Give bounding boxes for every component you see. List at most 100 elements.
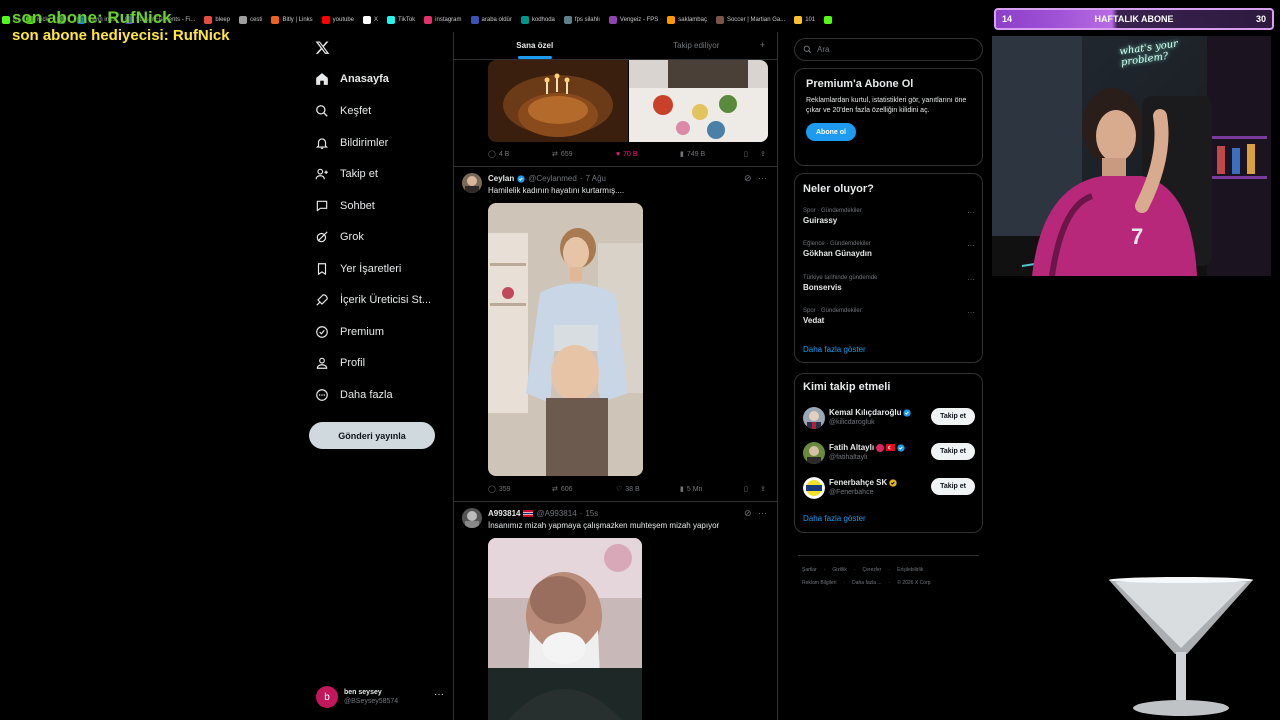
- like-count: 70 B: [623, 150, 638, 158]
- avatar[interactable]: [462, 508, 482, 528]
- tweet-author[interactable]: A993814: [488, 509, 520, 518]
- more-icon[interactable]: ···: [967, 308, 975, 317]
- more-icon[interactable]: ···: [967, 208, 975, 217]
- share-button[interactable]: ⇪: [760, 485, 766, 493]
- bookmark-item[interactable]: araba oldür: [470, 16, 512, 24]
- nav-bookmarks[interactable]: Yer İşaretleri: [315, 262, 401, 276]
- bookmark-item[interactable]: X: [363, 16, 378, 24]
- grok-icon[interactable]: ⊘: [744, 173, 752, 184]
- bookmark-label: instagram: [435, 17, 462, 23]
- bookmark-item[interactable]: Bitly | Links: [271, 16, 313, 24]
- views-button[interactable]: ▮ 749 B: [680, 150, 744, 159]
- bookmark-item[interactable]: youtube: [321, 16, 354, 24]
- more-icon[interactable]: ···: [758, 508, 767, 518]
- who-to-follow-show-more[interactable]: Daha fazla göster: [803, 514, 866, 523]
- more-icon[interactable]: ···: [967, 241, 975, 250]
- red-circle-icon: [876, 443, 885, 452]
- reply-button[interactable]: ◯ 4 B: [488, 150, 552, 159]
- trend-category: Eğlence · Gündemdekiler: [803, 241, 871, 247]
- tweet-media[interactable]: [488, 60, 768, 142]
- nav-premium[interactable]: Premium: [315, 325, 384, 339]
- suggested-account[interactable]: Fenerbahçe SK @Fenerbahce Takip et: [803, 476, 975, 500]
- post-button[interactable]: Gönderi yayınla: [309, 422, 435, 449]
- search-input[interactable]: Ara: [794, 38, 983, 61]
- avatar[interactable]: [462, 173, 482, 193]
- nav-grok[interactable]: Grok: [315, 230, 364, 244]
- nav-follow[interactable]: Takip et: [315, 167, 378, 181]
- share-button[interactable]: ⇪: [760, 150, 766, 158]
- tweet-handle[interactable]: @A993814: [536, 509, 576, 518]
- retweet-button[interactable]: ⇄ 606: [552, 485, 616, 494]
- tweet-author[interactable]: Ceylan: [488, 174, 514, 183]
- trend-item[interactable]: Spor · Gündemdekiler Vedat ···: [803, 308, 975, 325]
- tab-for-you[interactable]: Sana özel: [454, 32, 616, 59]
- nav-notifications[interactable]: Bildirimler: [315, 136, 388, 150]
- bookmark-item[interactable]: Soccer | Martian Ga...: [715, 16, 785, 24]
- trend-item[interactable]: Türkiye tarihinde gündemde Bonservis ···: [803, 275, 975, 292]
- footer-link[interactable]: Reklam Bilgileri: [802, 580, 836, 586]
- follow-button[interactable]: Takip et: [931, 443, 975, 460]
- follow-button[interactable]: Takip et: [931, 408, 975, 425]
- bookmark-item[interactable]: [824, 16, 835, 24]
- footer-link[interactable]: Erişilebilirlik: [897, 567, 923, 573]
- tweet-time[interactable]: 15s: [585, 509, 598, 518]
- bookmark-item[interactable]: bleep: [204, 16, 230, 24]
- nav-more[interactable]: Daha fazla: [315, 388, 393, 402]
- like-button[interactable]: ♡ 38 B: [616, 485, 680, 494]
- divider: [454, 501, 777, 502]
- search-icon: [315, 104, 329, 118]
- more-icon[interactable]: ···: [967, 275, 975, 284]
- suggested-account[interactable]: Fatih Altaylı @fatihaltayli Takip et: [803, 441, 975, 465]
- more-icon[interactable]: ···: [758, 173, 767, 183]
- follow-button[interactable]: Takip et: [931, 478, 975, 495]
- bookmark-item[interactable]: cesti: [239, 16, 262, 24]
- nav-explore[interactable]: Keşfet: [315, 104, 371, 118]
- nav-chat[interactable]: Sohbet: [315, 199, 375, 213]
- footer-link[interactable]: Gizlilik: [832, 567, 846, 573]
- bookmark-item[interactable]: 101: [794, 16, 815, 24]
- search-placeholder: Ara: [817, 45, 830, 54]
- trends-card: Neler oluyor? Spor · Gündemdekiler Guira…: [794, 173, 983, 363]
- bleep-icon: [204, 16, 213, 24]
- sub-goal-label: HAFTALIK ABONE: [1094, 14, 1174, 24]
- x-logo-icon[interactable]: [315, 40, 330, 55]
- tweet-media[interactable]: [488, 538, 642, 720]
- views-button[interactable]: ▮ 5 Mn: [680, 485, 744, 494]
- like-button[interactable]: ♥ 70 B: [616, 151, 680, 158]
- bookmark-item[interactable]: fps silahlı: [563, 16, 600, 24]
- bookmark-item[interactable]: TikTok: [387, 16, 415, 24]
- plus-icon[interactable]: +: [760, 40, 765, 50]
- trends-show-more[interactable]: Daha fazla göster: [803, 345, 866, 354]
- tab-following[interactable]: Takip ediliyor: [616, 32, 778, 59]
- retweet-button[interactable]: ⇄ 659: [552, 150, 616, 159]
- nav-home[interactable]: Anasayfa: [315, 72, 389, 86]
- trend-item[interactable]: Spor · Gündemdekiler Guirassy ···: [803, 208, 975, 225]
- martini-glass-overlay: [1107, 576, 1255, 718]
- tweet-media[interactable]: [488, 203, 643, 476]
- bookmark-button[interactable]: ▯: [744, 150, 760, 158]
- bookmark-item[interactable]: kodhoda: [520, 16, 555, 24]
- nav-premium-label: Premium: [340, 326, 385, 338]
- nav-chat-label: Sohbet: [340, 200, 375, 212]
- footer-link[interactable]: Çerezler: [863, 567, 882, 573]
- footer-link[interactable]: Daha fazla ...: [852, 580, 881, 586]
- suggested-account[interactable]: Kemal Kılıçdaroğlu @kilicdarogluk Takip …: [803, 406, 975, 430]
- account-switcher[interactable]: b ben seysey @BSeysey58574 ···: [316, 685, 444, 709]
- nav-profile[interactable]: Profil: [315, 356, 365, 370]
- grok-icon[interactable]: ⊘: [744, 508, 752, 519]
- tweet-handle[interactable]: @Ceylanmed: [528, 174, 577, 183]
- reply-button[interactable]: ◯ 359: [488, 485, 552, 494]
- tweet-time[interactable]: 7 Ağu: [586, 174, 606, 183]
- last-gifter-overlay: son abone hediyecisi: RufNick: [12, 27, 230, 44]
- footer-link[interactable]: Şartlar: [802, 567, 817, 573]
- bookmark-item[interactable]: instagram: [424, 16, 462, 24]
- bookmark-button[interactable]: ▯: [744, 485, 760, 493]
- x-icon: [363, 16, 372, 24]
- bookmark-item[interactable]: Vengeiz - FPS: [608, 16, 658, 24]
- trend-item[interactable]: Eğlence · Gündemdekiler Gökhan Günaydın …: [803, 241, 975, 258]
- nav-creator-studio[interactable]: İçerik Üreticisi St...: [315, 293, 431, 307]
- verified-badge-icon: [897, 443, 905, 452]
- more-icon: ···: [434, 689, 444, 700]
- subscribe-button[interactable]: Abone ol: [806, 123, 856, 141]
- bookmark-item[interactable]: saklambaç: [667, 16, 707, 24]
